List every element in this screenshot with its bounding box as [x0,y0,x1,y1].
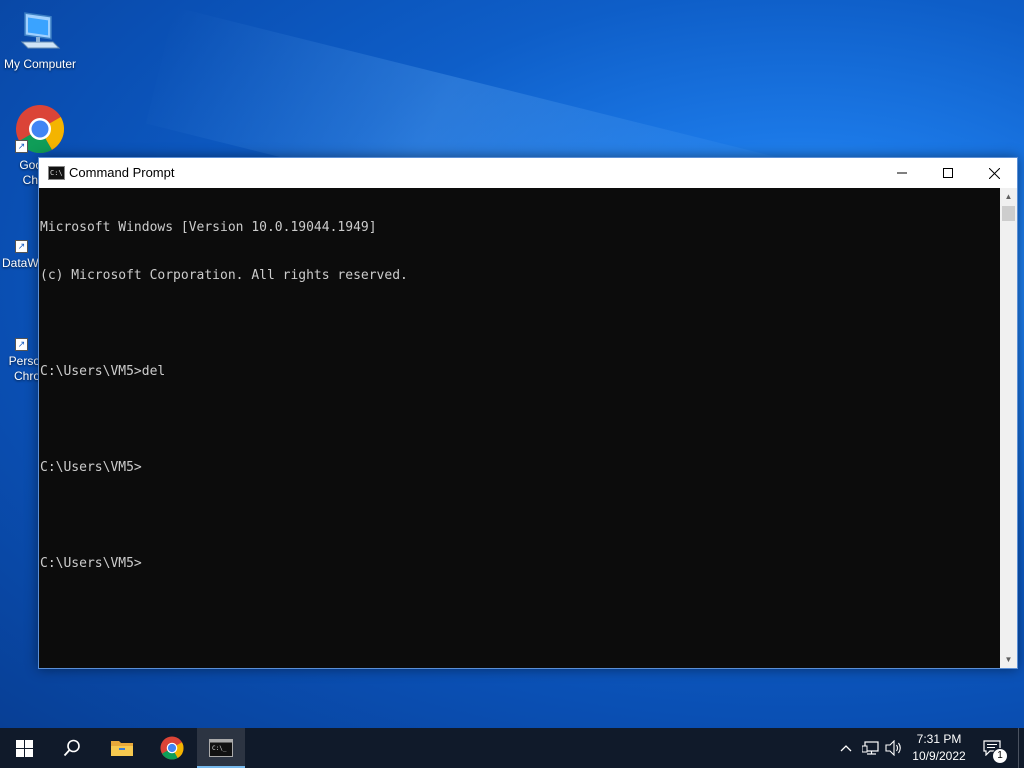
show-hidden-icons-button[interactable] [836,738,856,758]
chevron-up-icon: ▲ [1004,192,1013,201]
show-desktop-button[interactable] [1018,728,1024,768]
command-prompt-taskbar-button[interactable]: C:\_ [197,728,245,768]
scrollbar-thumb[interactable] [1002,206,1015,221]
start-button[interactable] [0,728,48,768]
network-button[interactable] [861,738,881,758]
chevron-down-icon: ▼ [1004,655,1013,664]
chrome-icon [160,736,184,760]
maximize-button[interactable] [925,158,971,188]
vertical-scrollbar[interactable]: ▲ ▼ [1000,188,1017,668]
desktop-icon-my-computer[interactable]: My Computer [0,8,80,72]
chevron-up-icon [840,745,852,752]
network-icon [862,741,879,755]
volume-button[interactable] [884,738,904,758]
speaker-icon [885,740,901,756]
terminal-line: C:\Users\VM5> [40,460,142,475]
scroll-down-button[interactable]: ▼ [1000,651,1017,668]
computer-icon [20,12,61,49]
svg-text:C:\_: C:\_ [212,745,227,752]
notification-count-badge: 1 [992,748,1008,764]
chrome-taskbar-button[interactable] [148,728,196,768]
desktop-icon-label: Goo Chr [19,158,42,187]
search-button[interactable] [48,728,96,768]
file-explorer-button[interactable] [98,728,146,768]
scroll-up-button[interactable]: ▲ [1000,188,1017,205]
maximize-icon [943,168,953,178]
close-button[interactable] [971,158,1017,188]
desktop-icon-chrome[interactable]: ↗ Goo Chr [0,104,80,187]
search-icon [63,739,80,757]
folder-icon [111,741,133,756]
desktop-icon-label: DataW [2,256,39,270]
clock[interactable]: 7:31 PM 10/9/2022 [908,731,970,765]
shortcut-arrow-icon: ↗ [15,140,28,153]
cmd-icon: C:\_ [209,739,233,757]
desktop-icon-label: Perso Chro [8,354,40,383]
windows-icon [15,739,33,757]
shortcut-arrow-icon: ↗ [15,240,28,253]
terminal-output[interactable]: Microsoft Windows [Version 10.0.19044.19… [39,188,1000,668]
clock-date: 10/9/2022 [912,749,966,763]
cmd-icon: C:\ [48,166,65,180]
minimize-button[interactable] [879,158,925,188]
terminal-line: Microsoft Windows [Version 10.0.19044.19… [40,220,377,235]
terminal-prompt-line[interactable]: C:\Users\VM5> [40,556,1000,572]
shortcut-arrow-icon: ↗ [15,338,28,351]
clock-time: 7:31 PM [916,732,962,746]
window-titlebar[interactable]: C:\ Command Prompt [39,158,1017,188]
terminal-line: C:\Users\VM5>del [40,364,166,379]
minimize-icon [897,172,907,174]
taskbar: C:\_ 7:31 PM 10/9/2022 [0,728,1024,768]
close-icon [988,167,1000,179]
desktop-icon-label: My Computer [3,57,77,71]
window-title: Command Prompt [69,165,175,180]
command-prompt-window[interactable]: C:\ Command Prompt Microsoft Windows [Ve… [38,157,1018,669]
terminal-line: (c) Microsoft Corporation. All rights re… [40,268,408,283]
